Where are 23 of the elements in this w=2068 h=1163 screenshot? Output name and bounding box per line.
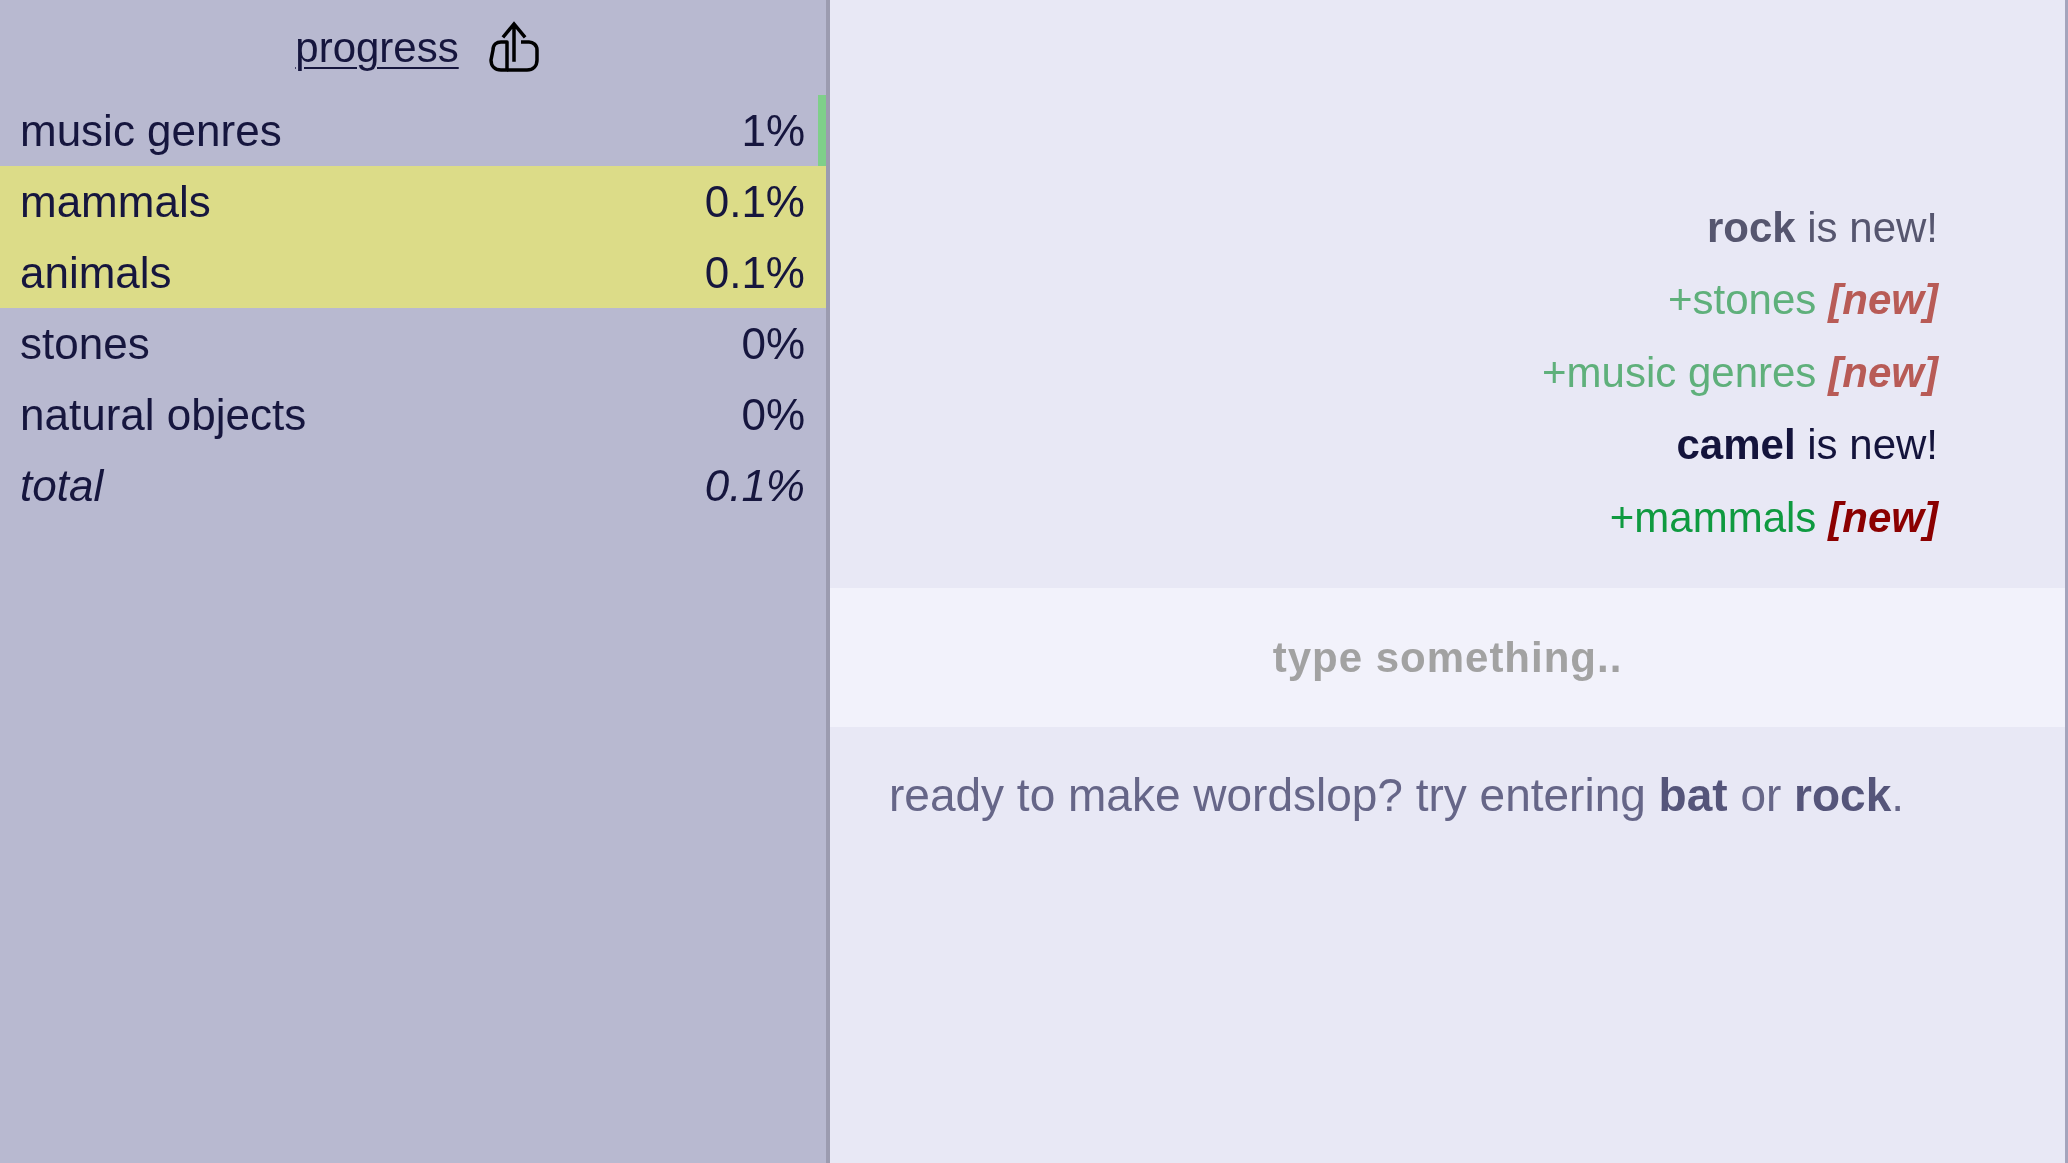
category-label: music genres [20, 105, 282, 156]
new-tag: [new] [1828, 348, 1938, 397]
category-label: mammals [20, 176, 211, 227]
hint-text: ready to make wordslop? try entering bat or rock. [889, 769, 1905, 821]
total-value: 0.1% [704, 460, 805, 511]
new-word-message: camel is new! [1676, 421, 1938, 470]
category-label: stones [20, 318, 150, 369]
new-word-message: rock is new! [1706, 203, 1938, 252]
input-field[interactable]: type something.. [830, 588, 2065, 727]
progress-link[interactable]: progress [295, 23, 459, 72]
percent-value: 0% [741, 318, 805, 369]
category-label: natural objects [20, 389, 307, 440]
gained-category: +music genres [1542, 348, 1817, 397]
percent-value: 0.1% [704, 247, 805, 298]
new-tag: [new] [1828, 493, 1938, 542]
percent-value: 1% [741, 105, 805, 156]
percent-value: 0% [741, 389, 805, 440]
new-tag: [new] [1828, 276, 1938, 325]
total-label: total [20, 460, 104, 511]
gained-category: +mammals [1609, 493, 1817, 542]
percent-value: 0.1% [704, 176, 805, 227]
category-label: animals [20, 247, 172, 298]
gained-category: +stones [1668, 276, 1817, 325]
